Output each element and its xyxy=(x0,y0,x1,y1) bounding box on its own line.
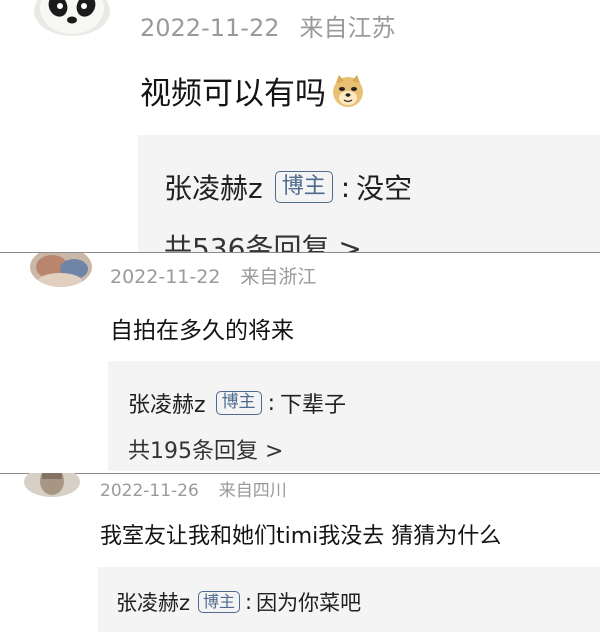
reply-line[interactable]: 张凌赫z 博主 : 因为你菜吧 xyxy=(116,587,361,617)
reply-colon: : xyxy=(267,390,275,416)
more-replies-link[interactable]: 共195条回复 > xyxy=(128,433,283,465)
reply-content: 因为你菜吧 xyxy=(256,591,362,615)
reply-author[interactable]: 张凌赫z xyxy=(116,587,190,617)
comment-date: 2022-11-26 xyxy=(100,481,199,501)
user-avatar-icon xyxy=(24,473,80,497)
user-avatar-icon xyxy=(30,253,92,287)
comment-meta: 2022-11-22 来自江苏 xyxy=(140,8,395,43)
avatar-user[interactable] xyxy=(24,473,80,497)
comment-card-3: 2022-11-26 来自四川 我室友让我和她们timi我没去 猜猜为什么 张凌赫… xyxy=(0,473,600,632)
reply-box: 张凌赫z 博主 : 下辈子 共195条回复 > xyxy=(108,361,600,471)
comment-date: 2022-11-22 xyxy=(110,266,221,288)
comment-meta: 2022-11-26 来自四川 xyxy=(100,476,287,501)
comment-text: 自拍在多久的将来 xyxy=(110,318,294,344)
comment-card-1: 2022-11-22 来自江苏 视频可以有吗 张凌赫z 博主 : 没空 共536条… xyxy=(0,0,600,252)
reply-line[interactable]: 张凌赫z 博主 : 下辈子 xyxy=(128,387,346,419)
author-badge: 博主 xyxy=(274,171,333,203)
comment-meta: 2022-11-22 来自浙江 xyxy=(110,262,316,289)
doge-icon xyxy=(333,74,363,107)
comment-date: 2022-11-22 xyxy=(140,14,280,42)
reply-box: 张凌赫z 博主 : 没空 共536条回复 > xyxy=(138,135,600,252)
avatar-panda[interactable] xyxy=(34,0,110,36)
comment-location: 来自江苏 xyxy=(299,14,396,42)
author-badge: 博主 xyxy=(198,590,241,614)
reply-content: 下辈子 xyxy=(279,393,346,418)
comment-text-content: 视频可以有吗 xyxy=(140,76,326,112)
comment-text: 我室友让我和她们timi我没去 猜猜为什么 xyxy=(100,524,502,549)
reply-box: 张凌赫z 博主 : 因为你菜吧 xyxy=(98,567,600,632)
more-replies-link[interactable]: 共536条回复 > xyxy=(164,227,362,252)
reply-author[interactable]: 张凌赫z xyxy=(164,167,263,207)
reply-colon: : xyxy=(245,590,253,614)
avatar-selfie[interactable] xyxy=(30,253,92,287)
comment-card-2: 2022-11-22 来自浙江 自拍在多久的将来 张凌赫z 博主 : 下辈子 共1… xyxy=(0,252,600,474)
reply-line[interactable]: 张凌赫z 博主 : 没空 xyxy=(164,167,412,207)
author-badge: 博主 xyxy=(215,391,262,415)
panda-avatar-icon xyxy=(34,0,110,36)
reply-content: 没空 xyxy=(356,172,413,205)
comment-location: 来自四川 xyxy=(218,481,287,501)
reply-author[interactable]: 张凌赫z xyxy=(128,387,206,419)
comment-text: 视频可以有吗 xyxy=(140,68,366,113)
comment-location: 来自浙江 xyxy=(240,266,317,288)
reply-colon: : xyxy=(340,170,351,204)
